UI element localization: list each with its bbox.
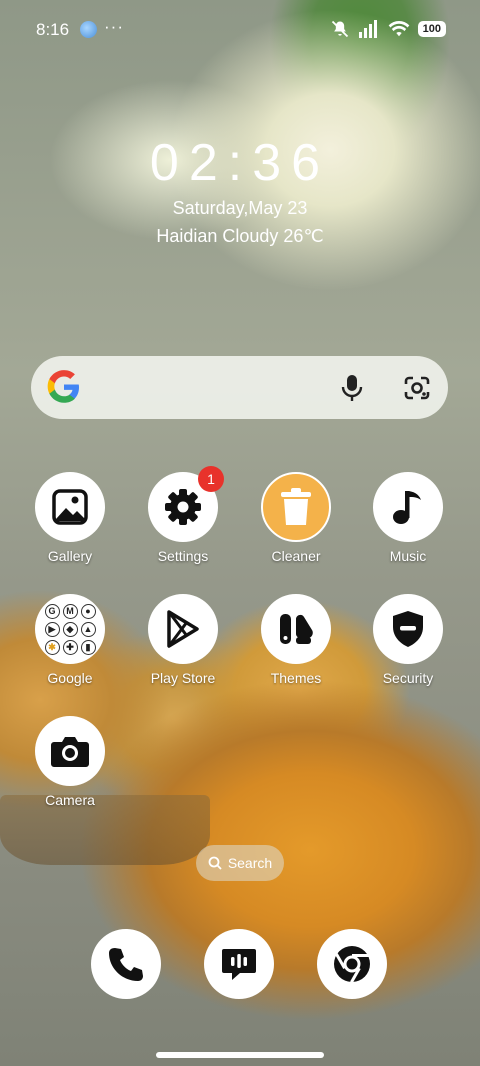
gesture-nav-handle[interactable] xyxy=(156,1052,324,1058)
youtube-icon: ▶ xyxy=(44,621,60,637)
app-label: Themes xyxy=(270,670,322,686)
themes-icon[interactable] xyxy=(261,594,331,664)
meet-icon: ✚ xyxy=(62,639,78,655)
wifi-icon xyxy=(388,21,409,37)
app-gallery[interactable]: Gallery xyxy=(20,472,120,564)
app-settings[interactable]: 1 Settings xyxy=(133,466,233,564)
app-label: Cleaner xyxy=(271,548,321,564)
app-play-store[interactable]: Play Store xyxy=(133,594,233,686)
app-security[interactable]: Security xyxy=(358,594,458,686)
signal-icon xyxy=(358,20,377,38)
trash-icon[interactable] xyxy=(261,472,331,542)
app-label: Settings xyxy=(157,548,209,564)
weather-text[interactable]: Haidian Cloudy 26℃ xyxy=(0,226,480,247)
app-themes[interactable]: Themes xyxy=(246,594,346,686)
messages-icon xyxy=(222,949,256,980)
assistant-mic-icon: ● xyxy=(80,603,96,619)
drive-icon: ▲ xyxy=(80,621,96,637)
dock-phone[interactable] xyxy=(91,929,161,999)
battery-indicator: 100 xyxy=(417,21,446,37)
google-search-bar[interactable] xyxy=(31,356,448,419)
dock-chrome[interactable] xyxy=(317,929,387,999)
app-music[interactable]: Music xyxy=(358,472,458,564)
microphone-icon[interactable] xyxy=(339,374,365,402)
google-folder-icon[interactable]: G M ● ▶ ◆ ▲ ✱ ✚ ▮ xyxy=(35,594,105,664)
clock-date[interactable]: Saturday,May 23 xyxy=(0,198,480,219)
app-label: Google xyxy=(47,670,93,686)
dock-messages[interactable] xyxy=(204,929,274,999)
camera-icon[interactable] xyxy=(35,716,105,786)
phone-icon xyxy=(109,948,143,981)
google-logo-icon xyxy=(47,370,79,403)
globe-icon xyxy=(80,21,97,38)
google-lens-icon[interactable] xyxy=(403,375,431,401)
chrome-icon xyxy=(334,946,370,983)
files-icon: ▮ xyxy=(80,639,96,655)
app-search-pill[interactable]: Search xyxy=(196,845,284,881)
search-pill-label: Search xyxy=(227,855,273,871)
app-label: Security xyxy=(382,670,434,686)
app-cleaner[interactable]: Cleaner xyxy=(246,472,346,564)
app-label: Gallery xyxy=(47,548,93,564)
gallery-icon[interactable] xyxy=(35,472,105,542)
play-store-icon[interactable] xyxy=(148,594,218,664)
shield-icon[interactable] xyxy=(373,594,443,664)
photos-icon: ✱ xyxy=(44,639,60,655)
status-bar: 8:16 ··· 100 xyxy=(0,0,480,60)
music-note-icon[interactable] xyxy=(373,472,443,542)
more-notifications-icon: ··· xyxy=(104,17,124,36)
maps-icon: ◆ xyxy=(62,621,78,637)
app-google-folder[interactable]: G M ● ▶ ◆ ▲ ✱ ✚ ▮ Google xyxy=(20,594,120,686)
google-app-icon: G xyxy=(44,603,60,619)
app-label: Music xyxy=(389,548,427,564)
app-camera[interactable]: Camera xyxy=(20,716,120,808)
notification-badge: 1 xyxy=(198,466,224,492)
gmail-icon: M xyxy=(62,603,78,619)
status-time: 8:16 xyxy=(36,20,70,39)
app-label: Camera xyxy=(45,792,95,808)
gear-icon[interactable]: 1 xyxy=(148,466,224,542)
clock-time[interactable]: 02:36 xyxy=(0,133,480,193)
app-label: Play Store xyxy=(150,670,216,686)
mute-icon xyxy=(331,20,348,38)
search-icon xyxy=(208,856,222,870)
